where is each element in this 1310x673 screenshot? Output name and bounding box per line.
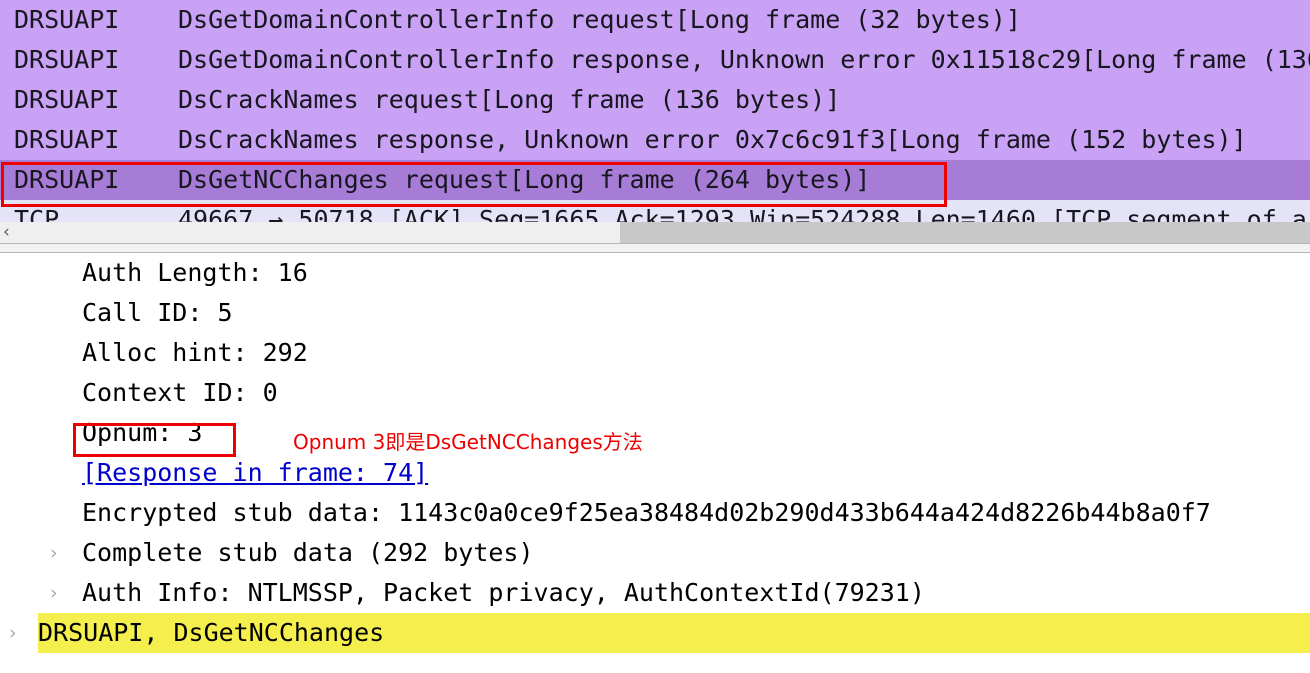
scroll-left-icon[interactable]: ‹ [3,222,10,243]
pane-splitter[interactable] [0,244,1310,253]
packet-row[interactable]: DRSUAPI DsGetDomainControllerInfo respons… [0,40,1310,80]
packet-protocol: DRSUAPI [14,85,120,114]
packet-info: DsGetDomainControllerInfo request[Long f… [178,5,1021,34]
detail-row-label: Context ID: 0 [82,378,278,407]
detail-row-encrypted-stub-data[interactable]: Encrypted stub data: 1143c0a0ce9f25ea384… [0,493,1310,533]
wireshark-window: DRSUAPI DsGetDomainControllerInfo request… [0,0,1310,673]
packet-row[interactable]: TCP 49667 → 50718 [ACK] Seq=1665 Ack=1293… [0,200,1310,222]
detail-row-auth-length[interactable]: Auth Length: 16 [0,253,1310,293]
detail-row-label: Opnum: 3 [82,418,203,447]
detail-row-context-id[interactable]: Context ID: 0 [0,373,1310,413]
detail-row-call-id[interactable]: Call ID: 5 [0,293,1310,333]
chevron-right-icon[interactable]: › [9,613,17,653]
chevron-right-icon[interactable]: › [50,573,58,613]
detail-row-drsuapi-dsgetncchanges[interactable]: › DRSUAPI, DsGetNCChanges [0,613,1310,653]
packet-list-horizontal-scrollbar[interactable]: ‹ [0,222,1310,244]
packet-protocol: DRSUAPI [14,165,120,194]
packet-protocol: TCP [14,205,60,222]
packet-protocol: DRSUAPI [14,125,120,154]
detail-row-label: Call ID: 5 [82,298,233,327]
detail-row-auth-info[interactable]: › Auth Info: NTLMSSP, Packet privacy, Au… [0,573,1310,613]
packet-protocol: DRSUAPI [14,5,120,34]
packet-detail-pane[interactable]: Auth Length: 16 Call ID: 5 Alloc hint: 2… [0,253,1310,673]
packet-protocol: DRSUAPI [14,45,120,74]
detail-row-label: DRSUAPI, DsGetNCChanges [38,618,385,647]
detail-row-label: Complete stub data (292 bytes) [82,538,534,567]
packet-info: DsCrackNames response, Unknown error 0x7… [178,125,1247,154]
detail-row-complete-stub-data[interactable]: › Complete stub data (292 bytes) [0,533,1310,573]
detail-row-alloc-hint[interactable]: Alloc hint: 292 [0,333,1310,373]
packet-list-pane[interactable]: DRSUAPI DsGetDomainControllerInfo request… [0,0,1310,222]
packet-row[interactable]: DRSUAPI DsCrackNames request[Long frame (… [0,80,1310,120]
detail-row-response-in-frame[interactable]: [Response in frame: 74] [0,453,1310,493]
chevron-right-icon[interactable]: › [50,533,58,573]
scrollbar-thumb[interactable] [620,222,1310,243]
detail-row-label: Auth Info: NTLMSSP, Packet privacy, Auth… [82,578,925,607]
packet-info: DsCrackNames request[Long frame (136 byt… [178,85,841,114]
packet-info: DsGetNCChanges request[Long frame (264 b… [178,165,871,194]
packet-row-selected[interactable]: DRSUAPI DsGetNCChanges request[Long frame… [0,160,1310,200]
packet-info: DsGetDomainControllerInfo response, Unkn… [178,45,1310,74]
packet-row[interactable]: DRSUAPI DsCrackNames response, Unknown er… [0,120,1310,160]
detail-row-opnum[interactable]: Opnum: 3 [0,413,1310,453]
packet-info: 49667 → 50718 [ACK] Seq=1665 Ack=1293 Wi… [178,205,1310,222]
detail-row-label: Auth Length: 16 [82,258,308,287]
response-frame-link[interactable]: [Response in frame: 74] [0,453,428,493]
detail-row-label: Alloc hint: 292 [82,338,308,367]
packet-row[interactable]: DRSUAPI DsGetDomainControllerInfo request… [0,0,1310,40]
detail-row-label: Encrypted stub data: 1143c0a0ce9f25ea384… [82,498,1211,527]
